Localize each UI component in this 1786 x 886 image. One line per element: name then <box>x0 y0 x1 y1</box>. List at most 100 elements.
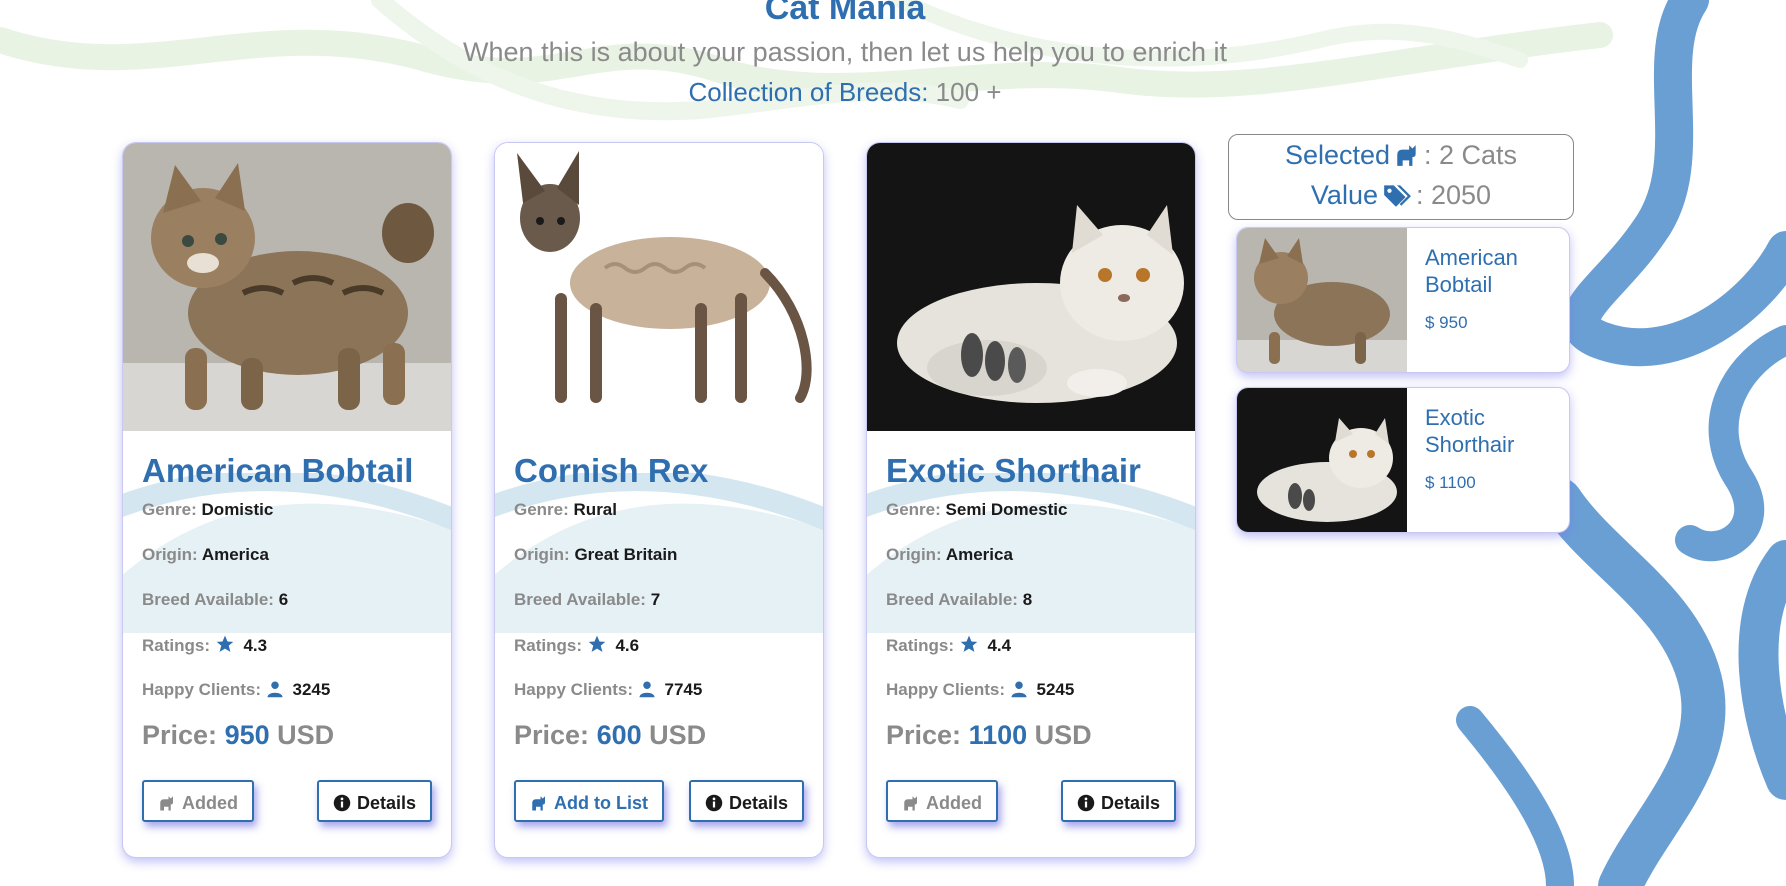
genre-label: Genre: <box>886 500 941 519</box>
ratings-row: Ratings: 4.4 <box>886 634 1011 657</box>
price-currency: USD <box>1034 720 1092 750</box>
origin-value: America <box>945 545 1013 564</box>
breed-name: Cornish Rex <box>514 452 709 489</box>
price-label: Price: <box>142 720 218 750</box>
price-currency: USD <box>277 720 335 750</box>
origin-value: Great Britain <box>574 545 678 564</box>
ratings-row: Ratings: 4.6 <box>514 634 639 657</box>
details-button[interactable]: Details <box>316 780 432 822</box>
value-label: Value <box>1310 180 1378 210</box>
origin-row: Origin: America <box>142 544 269 566</box>
info-circle-icon <box>1077 794 1095 812</box>
cat-photo <box>123 143 451 431</box>
tags-icon <box>1384 185 1411 207</box>
star-icon <box>216 635 234 652</box>
happy-clients-label: Happy Clients: <box>142 680 262 699</box>
details-button-label: Details <box>356 793 416 813</box>
origin-label: Origin: <box>142 545 198 564</box>
breed-available-value: 8 <box>1022 590 1033 609</box>
genre-value: Domistic <box>201 500 274 519</box>
price-value: 1100 <box>968 720 1028 750</box>
genre-row: Genre: Semi Domestic <box>886 499 1067 521</box>
cat-icon <box>160 796 173 811</box>
cat-icon <box>1397 145 1416 166</box>
details-button[interactable]: Details <box>688 780 804 822</box>
happy-clients-row: Happy Clients: 7745 <box>514 679 702 701</box>
added-button-label: Added <box>182 793 238 813</box>
origin-value: America <box>201 545 269 564</box>
happy-clients-value: 3245 <box>292 680 331 699</box>
cat-photo <box>495 143 823 431</box>
total-value-line: Value : 2050 <box>1229 175 1573 215</box>
breed-available-row: Breed Available: 6 <box>142 589 288 611</box>
breed-available-value: 6 <box>278 590 289 609</box>
info-circle-icon <box>333 794 351 812</box>
breed-card: Cornish Rex Genre: Rural Origin: Great B… <box>494 142 824 858</box>
breed-available-label: Breed Available: <box>886 590 1018 609</box>
selected-item-name: American Bobtail <box>1425 245 1518 297</box>
genre-label: Genre: <box>142 500 197 519</box>
star-icon <box>588 635 606 652</box>
price-value: 600 <box>596 720 642 750</box>
cat-thumbnail <box>1237 388 1407 532</box>
selected-item-price: $ 950 <box>1425 313 1468 332</box>
added-button[interactable]: Added <box>886 780 998 822</box>
star-icon <box>960 635 978 652</box>
breed-name: Exotic Shorthair <box>886 452 1141 489</box>
ratings-label: Ratings: <box>886 636 954 655</box>
origin-label: Origin: <box>514 545 570 564</box>
cat-thumbnail <box>1237 228 1407 372</box>
origin-row: Origin: Great Britain <box>514 544 677 566</box>
origin-row: Origin: America <box>886 544 1013 566</box>
genre-value: Rural <box>573 500 617 519</box>
selected-label: Selected <box>1284 140 1391 170</box>
collection-value: 100 + <box>935 77 1002 107</box>
details-button[interactable]: Details <box>1060 780 1176 822</box>
price: Price: 950 USD <box>142 718 334 752</box>
selected-item[interactable]: American Bobtail $ 950 <box>1236 227 1570 373</box>
site-title: Cat Mania <box>764 0 926 27</box>
collection-count: Collection of Breeds: 100 + <box>0 75 1690 109</box>
details-button-label: Details <box>1100 793 1160 813</box>
user-icon <box>267 681 283 698</box>
price-label: Price: <box>514 720 590 750</box>
added-button-label: Added <box>926 793 982 813</box>
add-to-list-button-label: Add to List <box>554 793 648 813</box>
cat-photo <box>867 143 1195 431</box>
genre-row: Genre: Domistic <box>142 499 273 521</box>
breed-card: Exotic Shorthair Genre: Semi Domestic Or… <box>866 142 1196 858</box>
breed-available-row: Breed Available: 8 <box>886 589 1032 611</box>
added-button[interactable]: Added <box>142 780 254 822</box>
happy-clients-label: Happy Clients: <box>514 680 634 699</box>
selected-value: : 2 Cats <box>1424 140 1518 170</box>
price: Price: 600 USD <box>514 718 706 752</box>
price: Price: 1100 USD <box>886 718 1092 752</box>
breed-card: American Bobtail Genre: Domistic Origin:… <box>122 142 452 858</box>
ratings-label: Ratings: <box>514 636 582 655</box>
total-value: : 2050 <box>1415 180 1492 210</box>
selected-item-price: $ 1100 <box>1425 473 1476 492</box>
ratings-value: 4.4 <box>987 636 1012 655</box>
add-to-list-button[interactable]: Add to List <box>514 780 664 822</box>
ratings-label: Ratings: <box>142 636 210 655</box>
ratings-value: 4.6 <box>615 636 640 655</box>
selected-item-name: Exotic Shorthair <box>1425 405 1515 457</box>
collection-label: Collection of Breeds: <box>688 77 929 107</box>
price-label: Price: <box>886 720 962 750</box>
selected-item[interactable]: Exotic Shorthair $ 1100 <box>1236 387 1570 533</box>
user-icon <box>639 681 655 698</box>
happy-clients-value: 5245 <box>1036 680 1075 699</box>
cat-icon <box>904 796 917 811</box>
genre-label: Genre: <box>514 500 569 519</box>
details-button-label: Details <box>728 793 788 813</box>
happy-clients-row: Happy Clients: 3245 <box>142 679 330 701</box>
breed-available-label: Breed Available: <box>142 590 274 609</box>
breed-available-label: Breed Available: <box>514 590 646 609</box>
breed-available-value: 7 <box>650 590 661 609</box>
genre-row: Genre: Rural <box>514 499 617 521</box>
happy-clients-label: Happy Clients: <box>886 680 1006 699</box>
genre-value: Semi Domestic <box>945 500 1068 519</box>
breed-available-row: Breed Available: 7 <box>514 589 660 611</box>
breed-name: American Bobtail <box>142 452 414 489</box>
user-icon <box>1011 681 1027 698</box>
